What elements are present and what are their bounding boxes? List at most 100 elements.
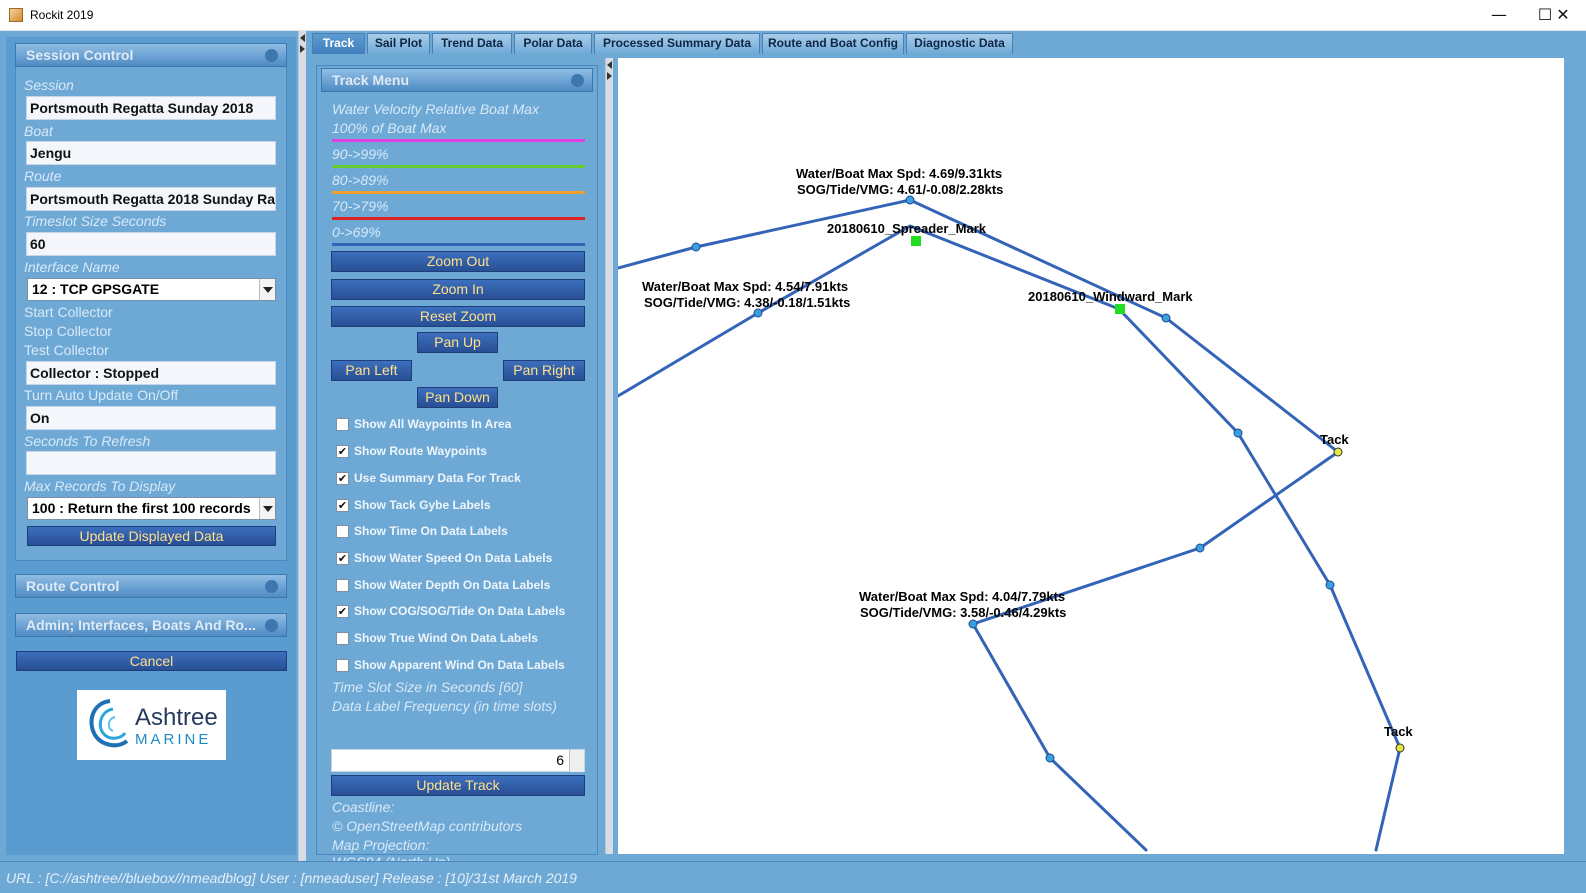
checkbox-box[interactable]: ✔ [336,472,349,485]
session-field[interactable]: Portsmouth Regatta Sunday 2018 [26,96,276,120]
collector-status: Collector : Stopped [26,361,276,385]
test-collector-link[interactable]: Test Collector [24,342,109,358]
track-point[interactable] [968,619,978,629]
data-label-2-sog: SOG/Tide/VMG: 4.38/-0.18/1.51kts [644,295,850,310]
data-label-1-speed: Water/Boat Max Spd: 4.69/9.31kts [796,166,1002,181]
checkbox-box[interactable] [336,418,349,431]
track-point[interactable] [1045,753,1055,763]
spin-up-icon[interactable] [569,750,584,761]
start-collector-link[interactable]: Start Collector [24,304,113,320]
close-button[interactable]: ✕ [1540,0,1586,30]
checkbox-label: Show True Wind On Data Labels [354,631,538,645]
minimize-button[interactable]: — [1476,0,1522,30]
route-field[interactable]: Portsmouth Regatta 2018 Sunday Ra [26,187,276,211]
pan-left-button[interactable]: Pan Left [331,360,412,381]
map-splitter[interactable] [605,58,613,854]
tack-point[interactable] [1333,447,1343,457]
data-label-1-sog: SOG/Tide/VMG: 4.61/-0.08/2.28kts [797,182,1003,197]
reset-zoom-button[interactable]: Reset Zoom [331,306,585,327]
cancel-button[interactable]: Cancel [16,651,287,671]
checkbox-label: Show Time On Data Labels [354,524,508,538]
status-bar: URL : [C://ashtree//bluebox//nmeadblog] … [0,861,1586,893]
checkbox-box[interactable]: ✔ [336,499,349,512]
track-point[interactable] [691,242,701,252]
tab-polar-data[interactable]: Polar Data [514,33,592,54]
interface-select[interactable]: 12 : TCP GPSGATE [27,278,276,301]
checkbox-label: Show Apparent Wind On Data Labels [354,658,565,672]
collapse-icon[interactable] [571,74,584,87]
timeslot-field[interactable]: 60 [26,232,276,256]
spreader-mark-label: 20180610_Spreader_Mark [827,221,987,236]
projection-label: Map Projection: [332,837,430,853]
checkbox-box[interactable] [336,579,349,592]
title-bar: Rockit 2019 — ☐ ✕ [0,0,1586,31]
update-displayed-data-button[interactable]: Update Displayed Data [27,526,276,546]
tab-trend-data[interactable]: Trend Data [432,33,512,54]
pan-right-button[interactable]: Pan Right [503,360,585,381]
spin-down-icon[interactable] [569,761,584,772]
collapse-icon[interactable] [265,619,278,632]
route-control-title: Route Control [26,578,120,594]
seconds-refresh-field[interactable] [26,451,276,475]
track-menu-panel: Track Menu Water Velocity Relative Boat … [316,65,598,870]
checkbox-box[interactable]: ✔ [336,552,349,565]
track-menu-header[interactable]: Track Menu [321,68,593,92]
main-frame: Session Control Session Portsmouth Regat… [0,31,1586,870]
track-point[interactable] [753,308,763,318]
timeslot-label: Timeslot Size Seconds [24,213,167,229]
tab-track[interactable]: Track [312,33,365,54]
track-point[interactable] [1325,580,1335,590]
checkbox-box[interactable] [336,525,349,538]
label-frequency-spinner[interactable]: 6 [331,749,585,772]
track-point[interactable] [905,195,915,205]
tab-sail-plot[interactable]: Sail Plot [367,33,430,54]
track-point[interactable] [1233,428,1243,438]
collapse-icon[interactable] [265,580,278,593]
checkbox-box[interactable] [336,632,349,645]
legend-line-80 [332,191,585,194]
checkbox-box[interactable]: ✔ [336,605,349,618]
expand-right-icon[interactable] [607,72,612,80]
pan-down-button[interactable]: Pan Down [417,387,498,408]
session-control-title: Session Control [26,47,134,63]
tab-route-and-boat-config[interactable]: Route and Boat Config [762,33,904,54]
collapse-left-icon[interactable] [300,34,305,42]
track-map-canvas[interactable]: Water/Boat Max Spd: 4.69/9.31kts SOG/Tid… [618,58,1564,854]
legend-line-70 [332,217,585,220]
checkbox-box[interactable] [336,659,349,672]
tab-diagnostic-data[interactable]: Diagnostic Data [906,33,1013,54]
window-title: Rockit 2019 [30,8,94,22]
tack-point[interactable] [1395,743,1405,753]
track-point[interactable] [1195,543,1205,553]
track-segment-1 [618,198,1340,454]
zoom-out-button[interactable]: Zoom Out [331,251,585,272]
data-label-3-sog: SOG/Tide/VMG: 3.58/-0.46/4.29kts [860,605,1066,620]
route-control-header[interactable]: Route Control [15,574,287,598]
spreader-mark[interactable] [911,236,921,246]
interface-label: Interface Name [24,259,120,275]
collapse-left-icon[interactable] [607,61,612,69]
zoom-in-button[interactable]: Zoom In [331,279,585,300]
auto-update-field[interactable]: On [26,406,276,430]
boat-field[interactable]: Jengu [26,141,276,165]
max-records-select[interactable]: 100 : Return the first 100 records [27,497,276,520]
update-track-button[interactable]: Update Track [331,775,585,796]
checkbox-box[interactable]: ✔ [336,445,349,458]
windward-mark[interactable] [1115,304,1125,314]
tack-label-1: Tack [1320,432,1349,447]
app-icon [9,8,23,22]
collapse-icon[interactable] [265,49,278,62]
auto-update-label: Turn Auto Update On/Off [24,387,179,403]
admin-header[interactable]: Admin; Interfaces, Boats And Ro... [15,613,287,637]
stop-collector-link[interactable]: Stop Collector [24,323,112,339]
chevron-down-icon[interactable] [259,279,275,300]
track-map[interactable]: Water/Boat Max Spd: 4.69/9.31kts SOG/Tid… [618,58,1564,854]
chevron-down-icon[interactable] [259,498,275,519]
expand-right-icon[interactable] [300,45,305,53]
label-frequency-value[interactable]: 6 [556,752,564,768]
pan-up-button[interactable]: Pan Up [417,332,498,353]
session-control-header[interactable]: Session Control [15,43,287,67]
track-point[interactable] [1161,313,1171,323]
left-splitter[interactable] [298,31,306,861]
tab-processed-summary-data[interactable]: Processed Summary Data [594,33,760,54]
